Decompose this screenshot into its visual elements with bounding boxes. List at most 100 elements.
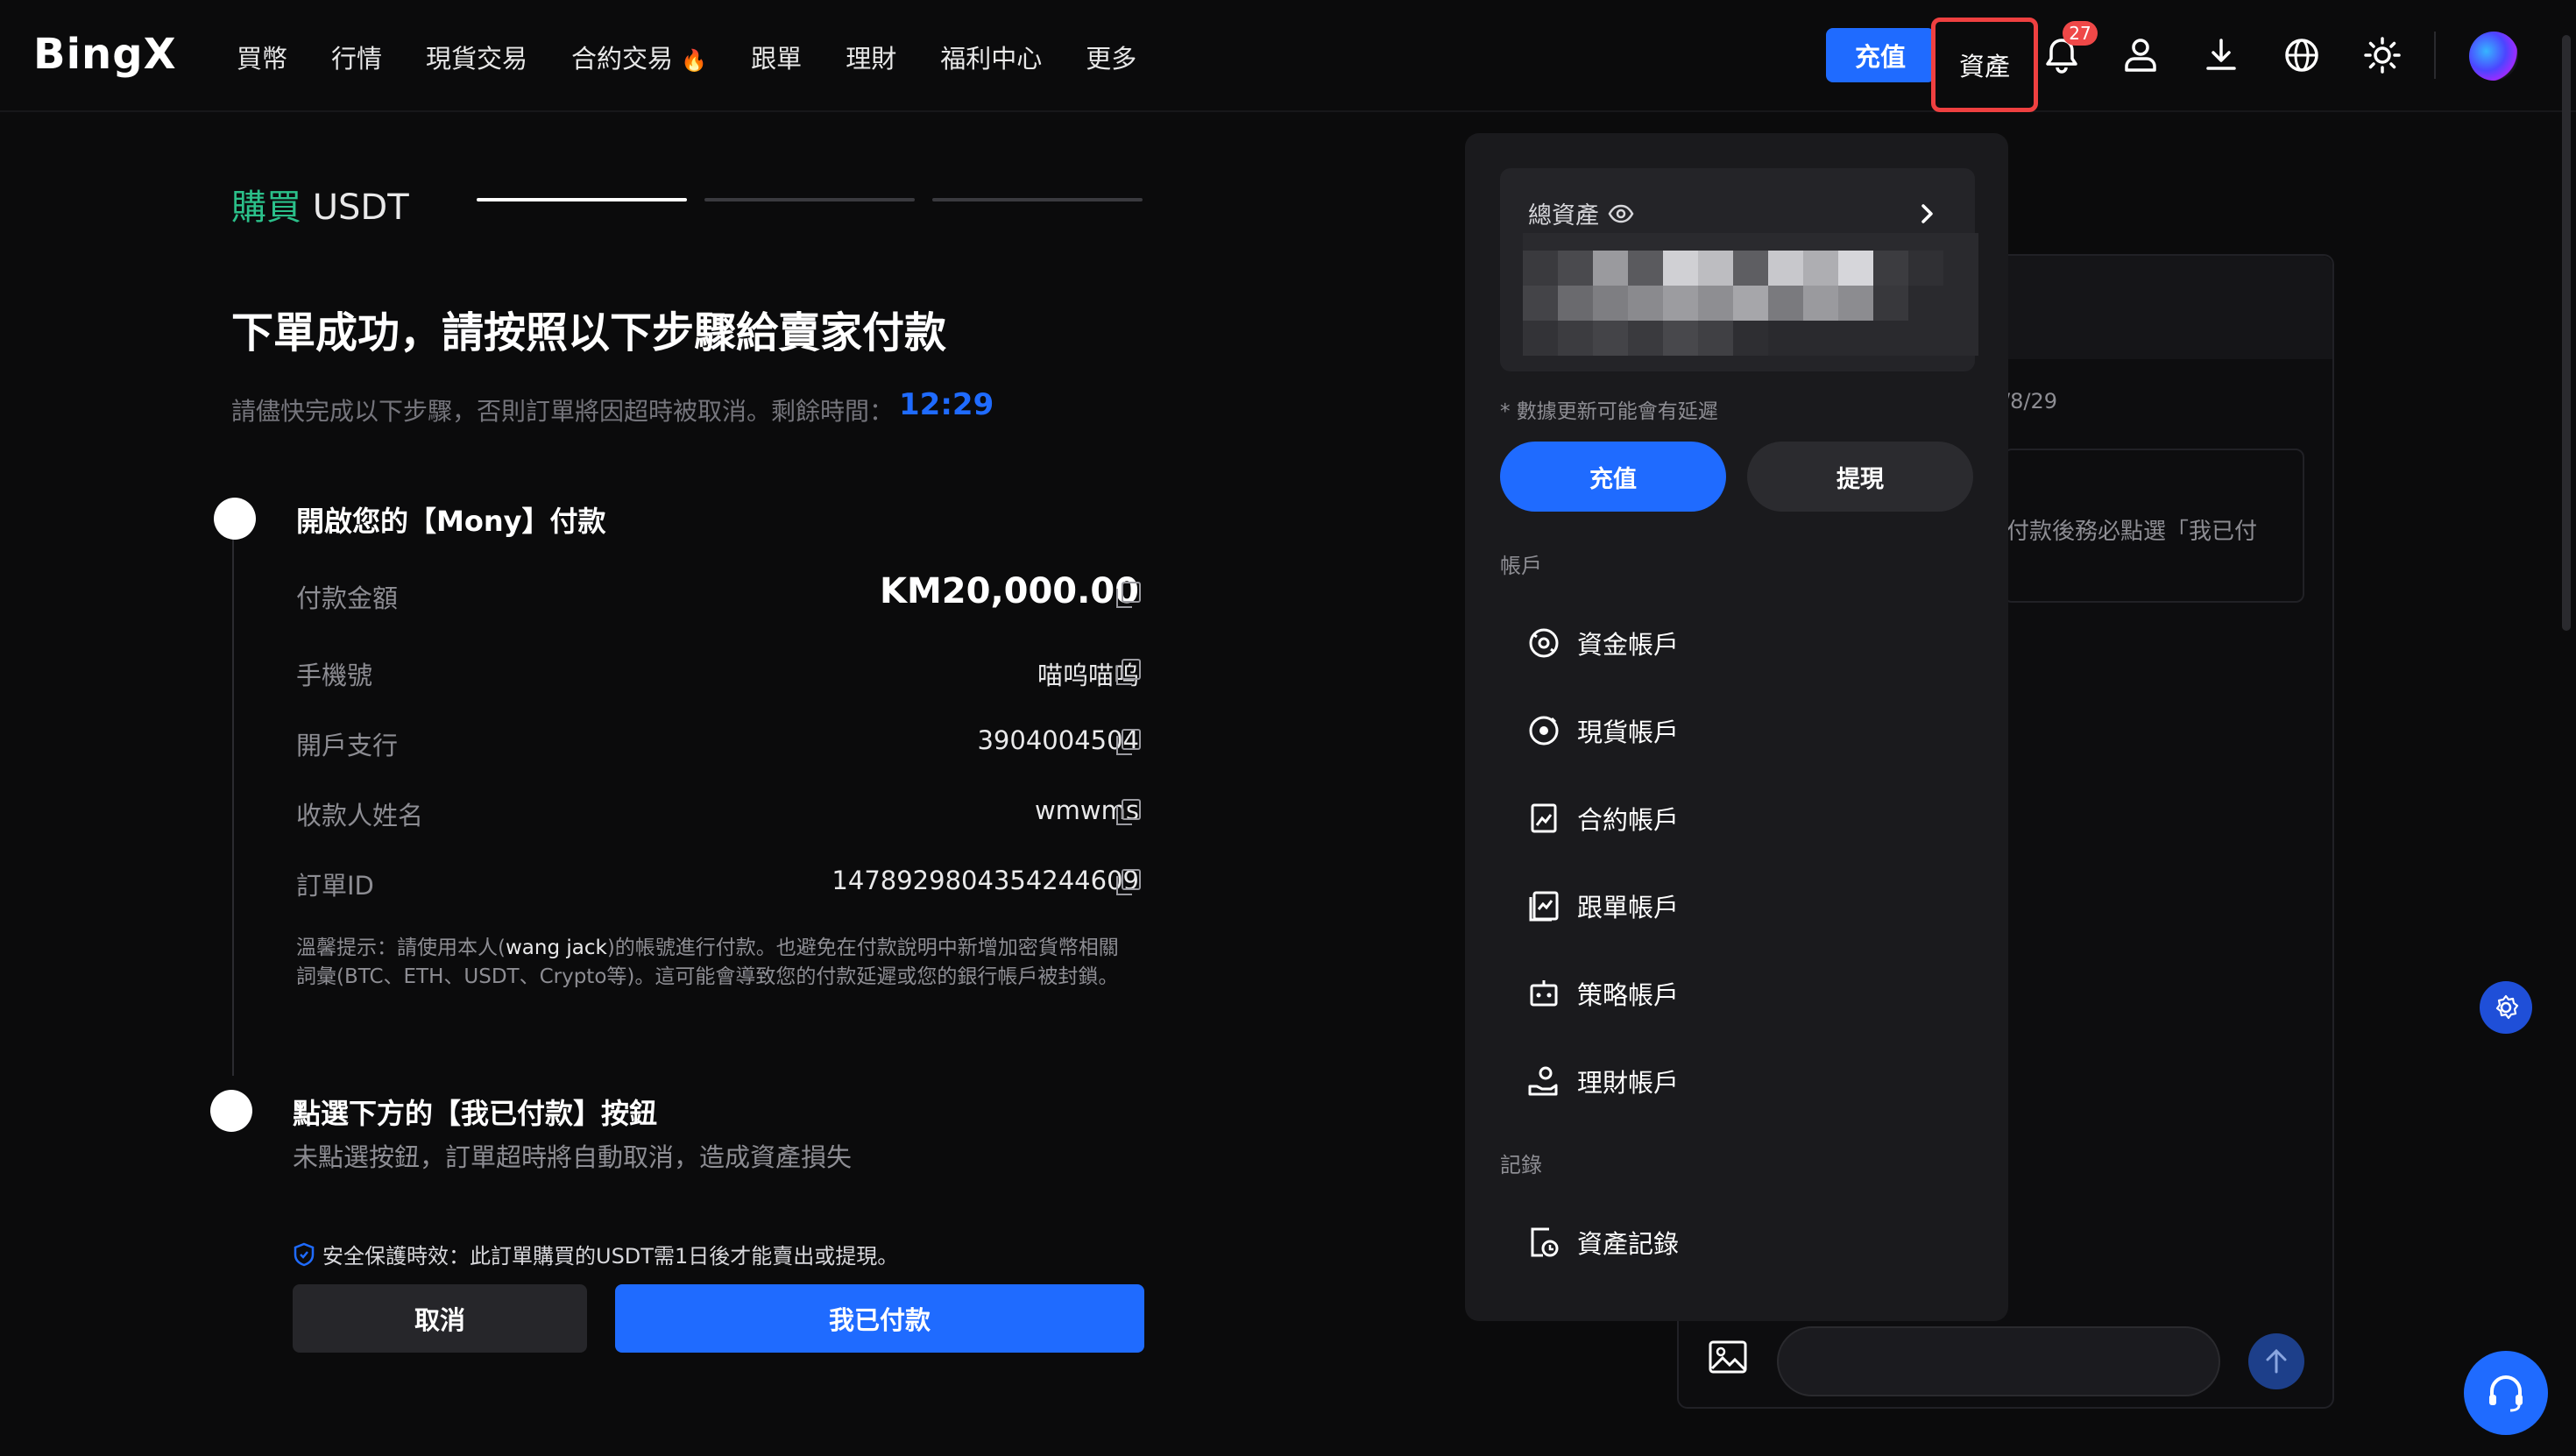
spot-account-item[interactable]: 現貨帳戶 (1526, 704, 1679, 757)
nav-earn[interactable]: 理財 (846, 39, 896, 75)
avatar[interactable] (2469, 32, 2518, 81)
step-2-dot (210, 1090, 252, 1132)
records-section-label: 記錄 (1500, 1153, 1542, 1177)
deposit-button[interactable]: 充值 (1826, 28, 1935, 82)
tip-prefix: 溫馨提示：請使用本人( (296, 937, 506, 959)
headset-icon (2489, 1375, 2523, 1412)
download-icon[interactable] (2199, 33, 2243, 77)
top-navbar: BingX 買幣 行情 現貨交易 合約交易 🔥 跟單 理財 福利中心 更多 充值… (0, 0, 2576, 112)
globe-icon[interactable] (2280, 33, 2324, 77)
amount-label: 付款金額 (296, 583, 399, 613)
futures-account-label: 合約帳戶 (1577, 805, 1680, 835)
copy-trading-account-item[interactable]: 跟單帳戶 (1526, 880, 1679, 932)
chat-message-text: 付款後務必點選「我已付 (2006, 519, 2258, 545)
nav-buy-crypto[interactable]: 買幣 (237, 39, 287, 75)
eye-icon[interactable] (1608, 204, 1634, 223)
nav-spot[interactable]: 現貨交易 (426, 39, 527, 75)
steps-connector (232, 540, 234, 1076)
censored-balance (1523, 233, 1978, 356)
asset-records-icon (1531, 1227, 1559, 1257)
dropdown-deposit-button[interactable]: 充值 (1500, 442, 1726, 512)
header-divider (2434, 32, 2436, 79)
fire-icon: 🔥 (681, 48, 708, 73)
data-delay-note: * 數據更新可能會有延遲 (1500, 400, 1718, 423)
copy-phone-icon[interactable] (1116, 659, 1141, 685)
progress-step-1 (477, 198, 687, 201)
assets-label: 資產 (1958, 52, 2010, 81)
total-assets-text: 總資產 (1528, 202, 1599, 230)
settings-fab[interactable] (2480, 981, 2532, 1034)
amount-value: KM20,000.00 (879, 571, 1139, 611)
order-id-label: 訂單ID (296, 871, 374, 901)
futures-account-icon (1531, 803, 1557, 833)
asset-records-label: 資產記錄 (1577, 1229, 1680, 1259)
chat-date: /8/29 (2003, 389, 2057, 413)
step-2-subtitle: 未點選按鈕，訂單超時將自動取消，造成資產損失 (293, 1142, 853, 1172)
payment-tip: 溫馨提示：請使用本人(wang jack)的帳號進行付款。也避免在付款說明中新增… (296, 934, 1137, 992)
nav-futures[interactable]: 合約交易 🔥 (571, 39, 707, 75)
earn-account-icon (1528, 1066, 1558, 1096)
step-1-dot (214, 498, 256, 540)
copy-payee-icon[interactable] (1116, 799, 1141, 825)
earn-account-label: 理財帳戶 (1577, 1068, 1680, 1098)
futures-account-item[interactable]: 合約帳戶 (1526, 792, 1679, 845)
funding-account-icon (1529, 628, 1559, 658)
nav-more[interactable]: 更多 (1086, 39, 1136, 75)
countdown-timer: 12:29 (899, 387, 994, 422)
branch-label: 開戶支行 (296, 731, 399, 760)
step-2-title: 點選下方的【我已付款】按鈕 (293, 1097, 658, 1130)
nav-rewards[interactable]: 福利中心 (940, 39, 1042, 75)
title-asset: USDT (312, 187, 409, 228)
copy-trading-account-icon (1529, 891, 1559, 922)
tip-name: wang jack (505, 937, 607, 959)
assets-button[interactable]: 資產 (1931, 18, 2038, 112)
copy-amount-icon[interactable] (1116, 582, 1141, 608)
funding-account-item[interactable]: 資金帳戶 (1526, 617, 1679, 669)
gear-icon (2495, 994, 2519, 1020)
bingx-logo[interactable]: BingX (33, 30, 177, 79)
main-nav: 買幣 行情 現貨交易 合約交易 🔥 跟單 理財 福利中心 更多 (237, 39, 1136, 75)
funding-account-label: 資金帳戶 (1577, 630, 1680, 660)
safety-notice: 安全保護時效：此訂單購買的USDT需1日後才能賣出或提現。 (293, 1239, 898, 1269)
theme-sun-icon[interactable] (2360, 33, 2404, 77)
order-id-value: 1478929804354244609 (832, 866, 1139, 895)
shield-icon (294, 1242, 315, 1266)
total-assets-label: 總資產 (1528, 196, 1634, 230)
earn-account-item[interactable]: 理財帳戶 (1526, 1055, 1679, 1107)
notification-badge: 27 (2063, 21, 2098, 46)
title-action: 購買 (231, 187, 301, 228)
cancel-order-button[interactable]: 取消 (293, 1284, 587, 1353)
nav-markets[interactable]: 行情 (331, 39, 382, 75)
phone-label: 手機號 (296, 661, 373, 690)
nav-copy-trading[interactable]: 跟單 (751, 39, 802, 75)
image-upload-icon[interactable] (1709, 1340, 1747, 1374)
order-headline: 下單成功，請按照以下步驟給賣家付款 (231, 308, 947, 357)
dropdown-withdraw-button[interactable]: 提現 (1747, 442, 1973, 512)
strategy-bot-icon (1530, 980, 1558, 1007)
order-subtitle: 請儘快完成以下步驟，否則訂單將因超時被取消。剩餘時間： (231, 397, 895, 426)
payee-label: 收款人姓名 (296, 801, 424, 830)
user-icon[interactable] (2119, 33, 2162, 77)
branch-value: 3904004504 (977, 725, 1139, 755)
strategy-account-item[interactable]: 策略帳戶 (1526, 967, 1679, 1020)
page-scrollbar[interactable] (2562, 35, 2571, 631)
strategy-account-label: 策略帳戶 (1577, 980, 1680, 1010)
copy-order-id-icon[interactable] (1116, 869, 1141, 895)
spot-account-label: 現貨帳戶 (1577, 717, 1680, 747)
copy-branch-icon[interactable] (1116, 729, 1141, 755)
progress-step-2 (704, 198, 915, 201)
nav-futures-label: 合約交易 (571, 44, 674, 74)
step-1-title: 開啟您的【Mony】付款 (296, 505, 606, 538)
chevron-right-icon[interactable] (1915, 201, 1940, 226)
asset-records-item[interactable]: 資產記錄 (1526, 1216, 1679, 1269)
chat-send-button[interactable] (2248, 1333, 2304, 1389)
customer-support-button[interactable] (2464, 1351, 2548, 1435)
page-title: 購買 USDT (231, 179, 409, 230)
accounts-section-label: 帳戶 (1500, 554, 1542, 578)
spot-account-icon (1529, 716, 1559, 746)
chat-input[interactable] (1777, 1326, 2220, 1396)
copy-trading-account-label: 跟單帳戶 (1577, 893, 1680, 922)
safety-text: 安全保護時效：此訂單購買的USDT需1日後才能賣出或提現。 (322, 1244, 899, 1269)
arrow-up-icon (2266, 1348, 2287, 1374)
paid-button[interactable]: 我已付款 (615, 1284, 1144, 1353)
